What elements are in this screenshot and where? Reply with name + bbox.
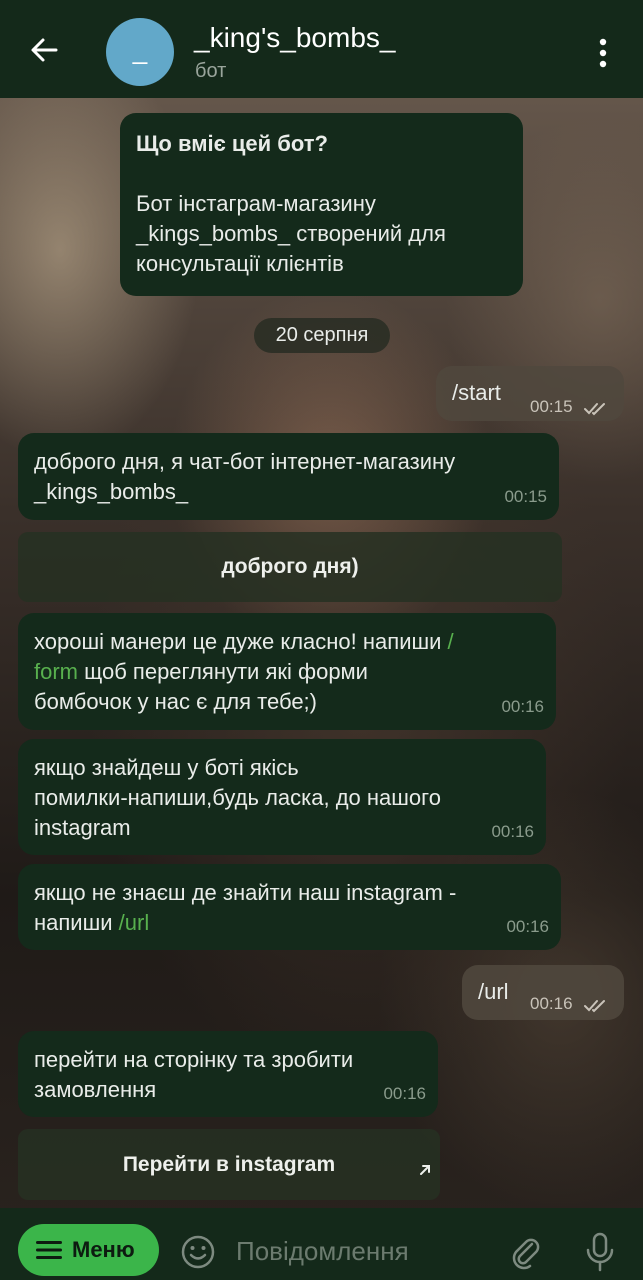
bot-avatar[interactable]: _ (106, 18, 174, 86)
incoming-message[interactable]: перейти на сторінку та зробити замовленн… (18, 1031, 438, 1117)
message-text-line: напиши /url (34, 908, 545, 938)
hamburger-icon (36, 1240, 62, 1260)
message-text: щоб переглянути які форми (78, 659, 368, 684)
message-time: 00:16 (530, 994, 573, 1013)
message-input[interactable]: Повідомлення (236, 1236, 409, 1267)
double-check-icon (584, 994, 610, 1013)
command-link[interactable]: / (448, 629, 454, 654)
message-text: /start (452, 380, 501, 405)
bot-description-line: консультації клієнтів (136, 251, 344, 276)
microphone-icon[interactable] (584, 1232, 616, 1272)
message-text-line: якщо не знаєш де знайти наш instagram - (34, 880, 457, 905)
message-text-line: доброго дня, я чат-бот інтернет-магазину (34, 449, 456, 474)
command-link[interactable]: /url (119, 910, 150, 935)
outgoing-message[interactable]: /url 00:16 (462, 965, 624, 1020)
message-text: хороші манери це дуже класно! напиши (34, 629, 448, 654)
message-text: напиши (34, 910, 119, 935)
message-text-line: instagram (34, 815, 131, 840)
message-text-line: form щоб переглянути які форми (34, 657, 540, 687)
bot-description-line: _kings_bombs_ створений для (136, 221, 446, 246)
keyboard-button-label: доброго дня) (221, 555, 359, 578)
incoming-message[interactable]: якщо знайдеш у боті якісь помилки-напиши… (18, 739, 546, 855)
outgoing-message[interactable]: /start 00:15 (436, 366, 624, 421)
message-time: 00:16 (383, 1084, 426, 1103)
message-text-line: бомбочок у нас є для тебе;) (34, 689, 317, 714)
message-time: 00:16 (506, 917, 549, 936)
reply-keyboard-button[interactable]: доброго дня) (18, 532, 562, 602)
message-text: /url (478, 979, 509, 1004)
message-text-line: помилки-напиши,будь ласка, до нашого (34, 785, 441, 810)
message-text-line: замовлення (34, 1077, 157, 1102)
message-time: 00:16 (501, 697, 544, 716)
message-text-line: якщо знайдеш у боті якісь (34, 755, 299, 780)
message-text-line: _kings_bombs_ (34, 479, 189, 504)
bot-description-heading: Що вміє цей бот? (136, 131, 328, 156)
more-vertical-icon[interactable] (592, 36, 614, 70)
external-link-icon (418, 1135, 432, 1175)
message-text-line: перейти на сторінку та зробити (34, 1047, 354, 1072)
menu-button-label: Меню (72, 1237, 135, 1262)
message-time: 00:16 (491, 822, 534, 841)
message-text-line: хороші манери це дуже класно! напиши / (34, 627, 540, 657)
chat-title[interactable]: _king's_bombs_ (194, 22, 395, 54)
chat-header: _ _king's_bombs_ бот (0, 0, 643, 98)
inline-url-button[interactable]: Перейти в instagram (18, 1129, 440, 1200)
command-link[interactable]: form (34, 659, 78, 684)
paperclip-icon[interactable] (508, 1234, 544, 1270)
chat-subtitle: бот (195, 60, 227, 82)
keyboard-button-label: Перейти в instagram (122, 1153, 336, 1176)
emoji-icon[interactable] (180, 1234, 216, 1270)
incoming-message[interactable]: хороші манери це дуже класно! напиши / f… (18, 613, 556, 730)
message-input-bar: Меню Повідомлення (0, 1208, 643, 1280)
bot-description-line: Бот інстаграм-магазину (136, 191, 376, 216)
incoming-message[interactable]: якщо не знаєш де знайти наш instagram - … (18, 864, 561, 950)
bot-menu-button[interactable]: Меню (18, 1224, 159, 1276)
message-time: 00:15 (530, 397, 573, 416)
date-separator: 20 серпня (254, 318, 390, 353)
back-arrow-icon[interactable] (24, 30, 64, 70)
bot-description-card: Що вміє цей бот? Бот інстаграм-магазину … (120, 113, 523, 296)
message-time: 00:15 (504, 487, 547, 506)
incoming-message[interactable]: доброго дня, я чат-бот інтернет-магазину… (18, 433, 559, 520)
double-check-icon (584, 397, 610, 416)
